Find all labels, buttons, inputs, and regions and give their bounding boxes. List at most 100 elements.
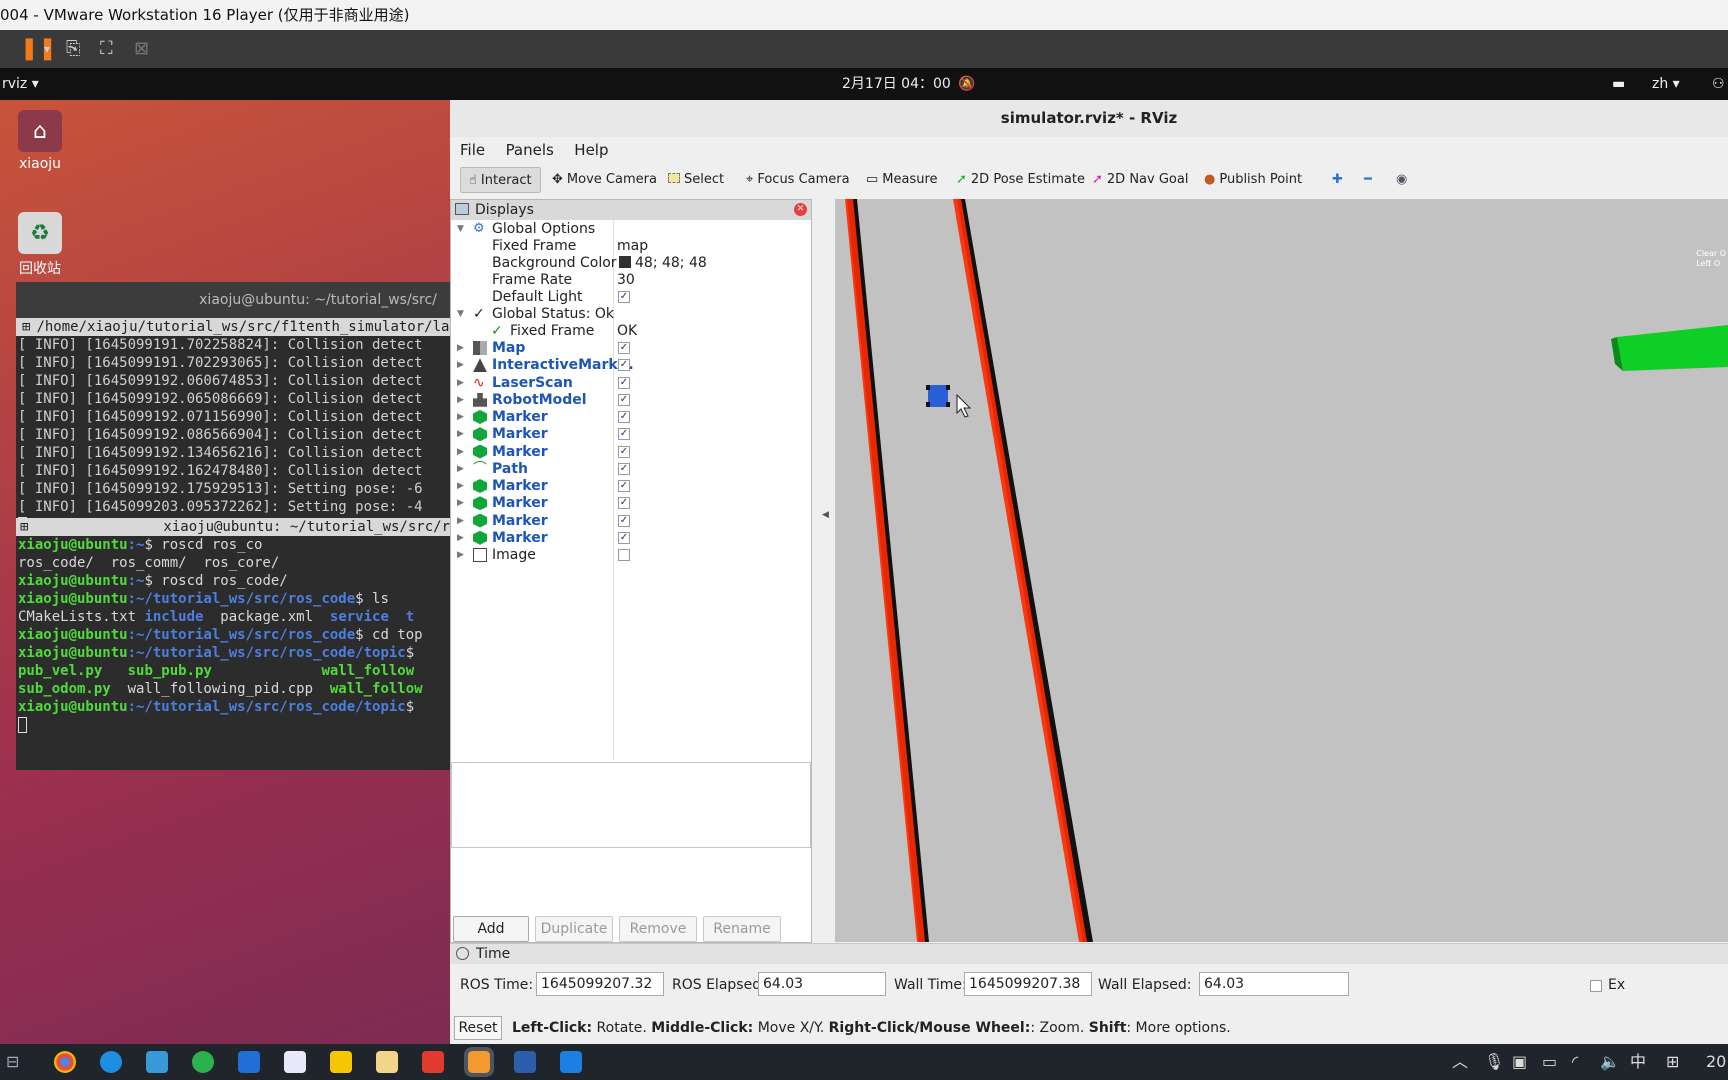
tool-select[interactable]: Select bbox=[668, 167, 724, 193]
star-app-icon[interactable] bbox=[238, 1051, 260, 1073]
clock[interactable]: 2月17日 04：00 bbox=[842, 68, 951, 100]
display-item-marker[interactable]: ▶ Marker ✓ bbox=[451, 494, 811, 513]
rviz-title[interactable]: simulator.rviz* - RViz bbox=[450, 100, 1728, 137]
expand-arrow-icon[interactable]: ▶ bbox=[457, 512, 464, 531]
expand-arrow-icon[interactable]: ▶ bbox=[457, 374, 464, 393]
microphone-icon[interactable]: 🎙 bbox=[1484, 1052, 1504, 1072]
display-item-marker[interactable]: ▶ Marker ✓ bbox=[451, 443, 811, 462]
expand-arrow-icon[interactable]: ▶ bbox=[457, 460, 464, 479]
display-item-interactivemark[interactable]: ▶ InteractiveMark... ✓ bbox=[451, 356, 811, 375]
pane-grid-icon[interactable]: ⊞ bbox=[20, 518, 28, 536]
add-button[interactable]: Add bbox=[453, 916, 529, 942]
display-item-marker[interactable]: ▶ Marker ✓ bbox=[451, 425, 811, 444]
rename-button[interactable]: Rename bbox=[703, 916, 781, 942]
battery-icon[interactable]: ▭ bbox=[1542, 1052, 1557, 1072]
pause-icon[interactable]: ❚❚ bbox=[20, 38, 57, 60]
ime-mode-icon[interactable]: ⊞ bbox=[1666, 1052, 1679, 1072]
vmware-icon[interactable] bbox=[464, 1047, 494, 1077]
remove-tool-icon[interactable]: ━ bbox=[1364, 167, 1372, 193]
display-enabled-checkbox[interactable] bbox=[618, 549, 630, 561]
menu-help[interactable]: Help bbox=[574, 141, 608, 159]
expand-arrow-icon[interactable]: ▶ bbox=[457, 408, 464, 427]
display-item-map[interactable]: ▶ Map ✓ bbox=[451, 339, 811, 358]
display-enabled-checkbox[interactable]: ✓ bbox=[618, 342, 630, 354]
ros-elapsed-field[interactable]: 64.03 bbox=[758, 972, 886, 996]
expand-arrow-icon[interactable]: ▶ bbox=[457, 529, 464, 548]
fullscreen-icon[interactable]: ⛶ bbox=[100, 38, 113, 60]
wall-time-field[interactable]: 1645099207.38 bbox=[964, 972, 1092, 996]
expand-arrow-icon[interactable]: ▶ bbox=[457, 391, 464, 410]
display-enabled-checkbox[interactable]: ✓ bbox=[618, 480, 630, 492]
3d-render-view[interactable]: Clear O Left O bbox=[835, 199, 1728, 942]
expand-arrow-icon[interactable]: ▶ bbox=[457, 339, 464, 358]
display-item-path[interactable]: ▶ ⌒ Path ✓ bbox=[451, 460, 811, 479]
default-light-checkbox[interactable]: ✓ bbox=[618, 291, 630, 303]
panel-splitter-handle[interactable]: ◀ bbox=[822, 510, 829, 520]
tool-2d-pose-estimate[interactable]: ➚ 2D Pose Estimate bbox=[956, 167, 1085, 193]
expand-arrow-icon[interactable]: ▶ bbox=[457, 477, 464, 496]
display-enabled-checkbox[interactable]: ✓ bbox=[618, 376, 630, 389]
display-enabled-checkbox[interactable]: ✓ bbox=[618, 514, 630, 527]
expand-arrow-icon[interactable]: ▶ bbox=[457, 425, 464, 444]
display-enabled-checkbox[interactable]: ✓ bbox=[618, 531, 630, 544]
volume-icon[interactable]: 🔈 bbox=[1600, 1052, 1620, 1072]
expand-arrow-icon[interactable]: ▶ bbox=[457, 494, 464, 513]
display-enabled-checkbox[interactable]: ✓ bbox=[618, 462, 630, 475]
expand-arrow-icon[interactable]: ▶ bbox=[457, 546, 464, 565]
duplicate-button[interactable]: Duplicate bbox=[535, 916, 613, 942]
tool-publish-point[interactable]: ● Publish Point bbox=[1204, 167, 1302, 193]
desktop-icon-home[interactable]: ⌂ xiaoju bbox=[0, 110, 80, 172]
language-menu[interactable]: zh ▾ bbox=[1652, 68, 1680, 100]
wps-icon[interactable] bbox=[422, 1051, 444, 1073]
task-view-icon[interactable]: ⊟ bbox=[6, 1052, 19, 1072]
display-enabled-checkbox[interactable]: ✓ bbox=[618, 445, 630, 458]
pane-grid-icon[interactable]: ⊞ bbox=[16, 319, 36, 335]
display-item-marker[interactable]: ▶ Marker ✓ bbox=[451, 408, 811, 427]
eye-icon[interactable]: ◉ bbox=[1396, 167, 1407, 193]
expand-arrow-icon[interactable]: ▶ bbox=[457, 443, 464, 462]
remove-button[interactable]: Remove bbox=[619, 916, 697, 942]
tray-app-icon[interactable]: ▣ bbox=[1512, 1052, 1527, 1072]
display-item-marker[interactable]: ▶ Marker ✓ bbox=[451, 529, 811, 548]
display-item-laserscan[interactable]: ▶ ∿ LaserScan ✓ bbox=[451, 374, 811, 393]
chevron-up-icon[interactable]: ︿ bbox=[1452, 1052, 1468, 1072]
display-enabled-checkbox[interactable]: ✓ bbox=[618, 393, 630, 406]
ime-indicator[interactable]: 中 bbox=[1630, 1052, 1646, 1072]
send-keys-icon[interactable]: ⎘ bbox=[66, 38, 80, 60]
display-enabled-checkbox[interactable]: ✓ bbox=[618, 411, 630, 423]
edge-icon[interactable] bbox=[100, 1051, 122, 1073]
wechat-icon[interactable] bbox=[192, 1051, 214, 1073]
tool-measure[interactable]: ▭ Measure bbox=[866, 167, 938, 193]
tool-interact[interactable]: ☝ Interact bbox=[460, 167, 541, 193]
menu-panels[interactable]: Panels bbox=[506, 141, 554, 159]
close-icon[interactable]: ✕ bbox=[794, 203, 807, 216]
terminal-pane1-output[interactable]: [ INFO] [1645099191.702258824]: Collisio… bbox=[16, 336, 450, 518]
display-item-image[interactable]: ▶ Image bbox=[451, 546, 811, 565]
desktop-icon-trash[interactable]: ♻ 回收站 bbox=[0, 212, 80, 278]
unity-icon[interactable]: ⊠ bbox=[134, 38, 149, 60]
pause-dropdown-icon[interactable]: ▾ bbox=[44, 38, 50, 60]
display-item-marker[interactable]: ▶ Marker ✓ bbox=[451, 512, 811, 531]
ros-time-field[interactable]: 1645099207.32 bbox=[536, 972, 664, 996]
wifi-icon[interactable]: ◜ bbox=[1572, 1052, 1578, 1072]
display-enabled-checkbox[interactable]: ✓ bbox=[618, 428, 630, 441]
notes-icon[interactable] bbox=[330, 1051, 352, 1073]
doc-icon[interactable] bbox=[376, 1051, 398, 1073]
terminal-title[interactable]: xiaoju@ubuntu: ~/tutorial_ws/src/ bbox=[16, 282, 450, 318]
display-item-marker[interactable]: ▶ Marker ✓ bbox=[451, 477, 811, 496]
shared-icon[interactable] bbox=[284, 1051, 306, 1073]
network-icon[interactable]: ⚇ bbox=[1712, 68, 1725, 100]
terminal-window[interactable]: xiaoju@ubuntu: ~/tutorial_ws/src/ ⊞/home… bbox=[16, 282, 450, 770]
terminal-pane2-output[interactable]: xiaoju@ubuntu:~$ roscd ros_co ros_code/ r… bbox=[16, 536, 450, 736]
tool-2d-nav-goal[interactable]: ➚ 2D Nav Goal bbox=[1092, 167, 1188, 193]
explorer-icon[interactable] bbox=[146, 1051, 168, 1073]
keyboard-icon[interactable]: ▬ bbox=[1612, 68, 1625, 100]
reset-button[interactable]: Reset bbox=[454, 1016, 502, 1040]
experimental-checkbox[interactable] bbox=[1590, 980, 1602, 992]
wall-elapsed-field[interactable]: 64.03 bbox=[1199, 972, 1349, 996]
tool-move-camera[interactable]: ✥ Move Camera bbox=[552, 167, 657, 193]
display-item-robotmodel[interactable]: ▶ RobotModel ✓ bbox=[451, 391, 811, 410]
display-enabled-checkbox[interactable]: ✓ bbox=[618, 359, 630, 372]
expand-arrow-icon[interactable]: ▶ bbox=[457, 356, 464, 375]
tray-clock[interactable]: 20 bbox=[1706, 1052, 1726, 1072]
